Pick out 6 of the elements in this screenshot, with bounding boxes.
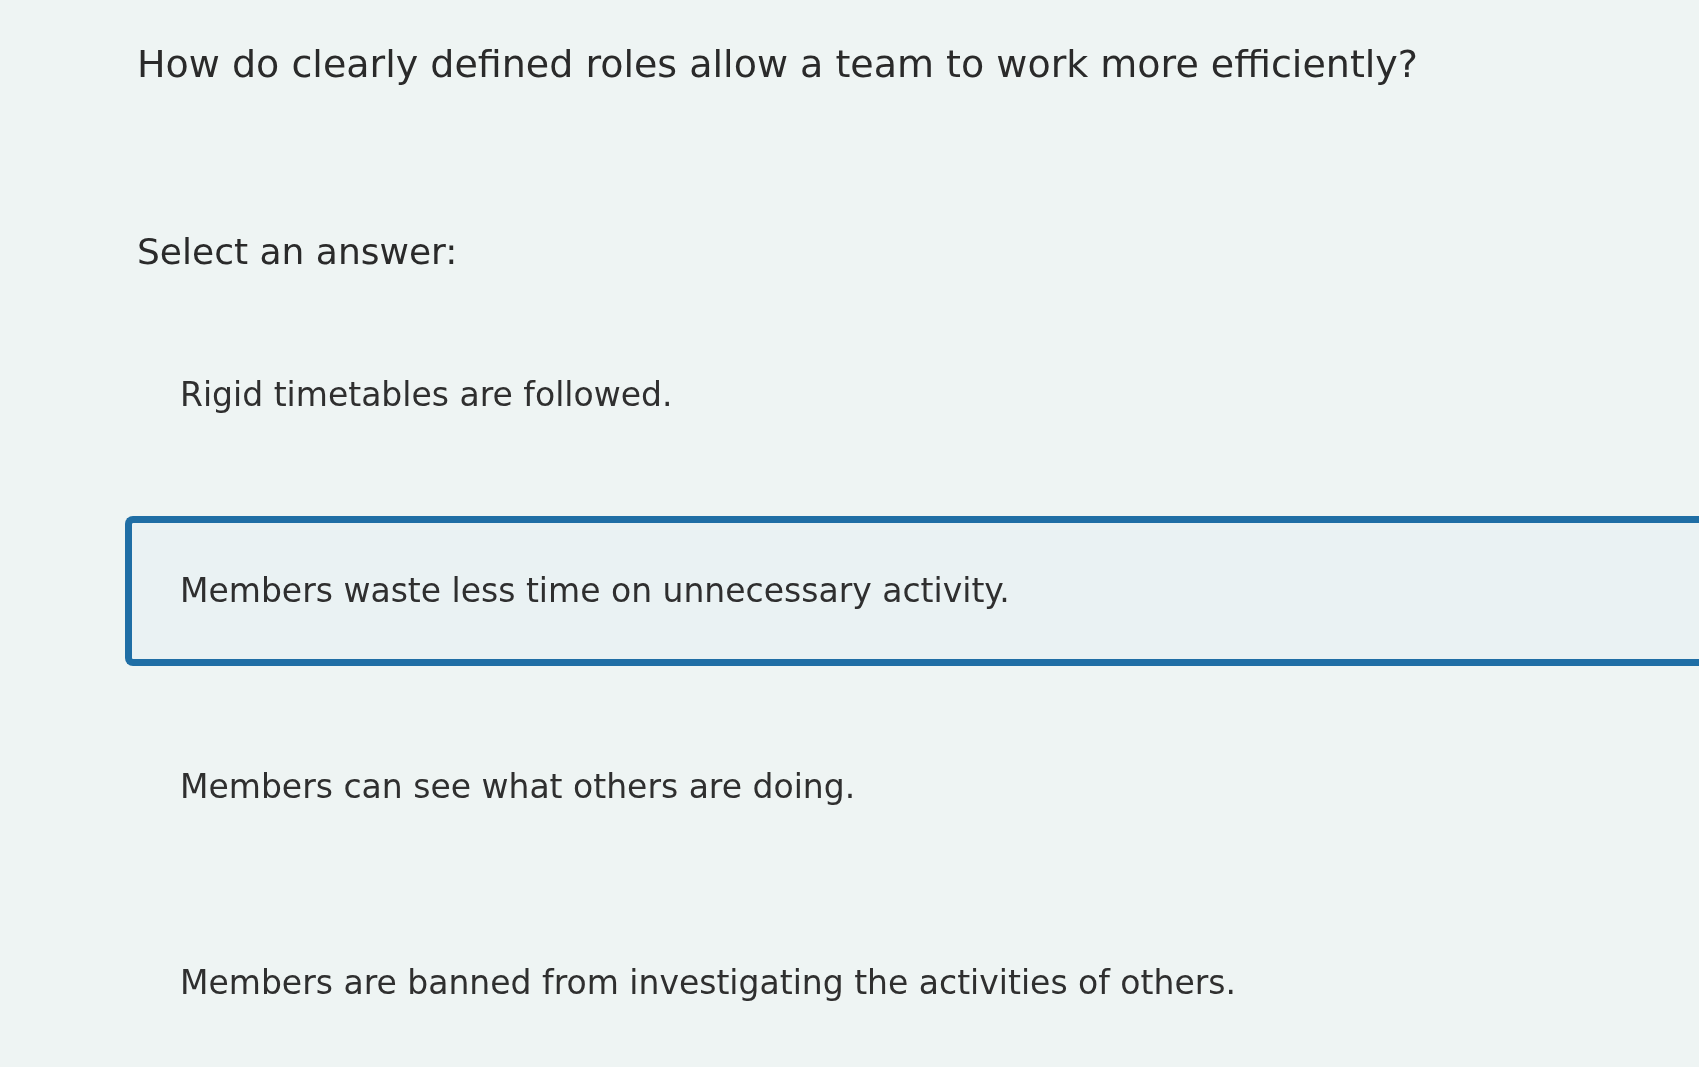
answer-option[interactable]: Members can see what others are doing. <box>125 712 1699 863</box>
answer-option[interactable]: Members waste less time on unnecessary activity. <box>125 516 1699 667</box>
answer-option[interactable]: Rigid timetables are followed. <box>125 320 1699 471</box>
question-text: How do clearly defined roles allow a team to work more efficiently? <box>137 41 1419 88</box>
answer-prompt: Select an answer: <box>137 230 459 275</box>
answer-option[interactable]: Members are banned from investigating the activities of others. <box>125 908 1699 1059</box>
